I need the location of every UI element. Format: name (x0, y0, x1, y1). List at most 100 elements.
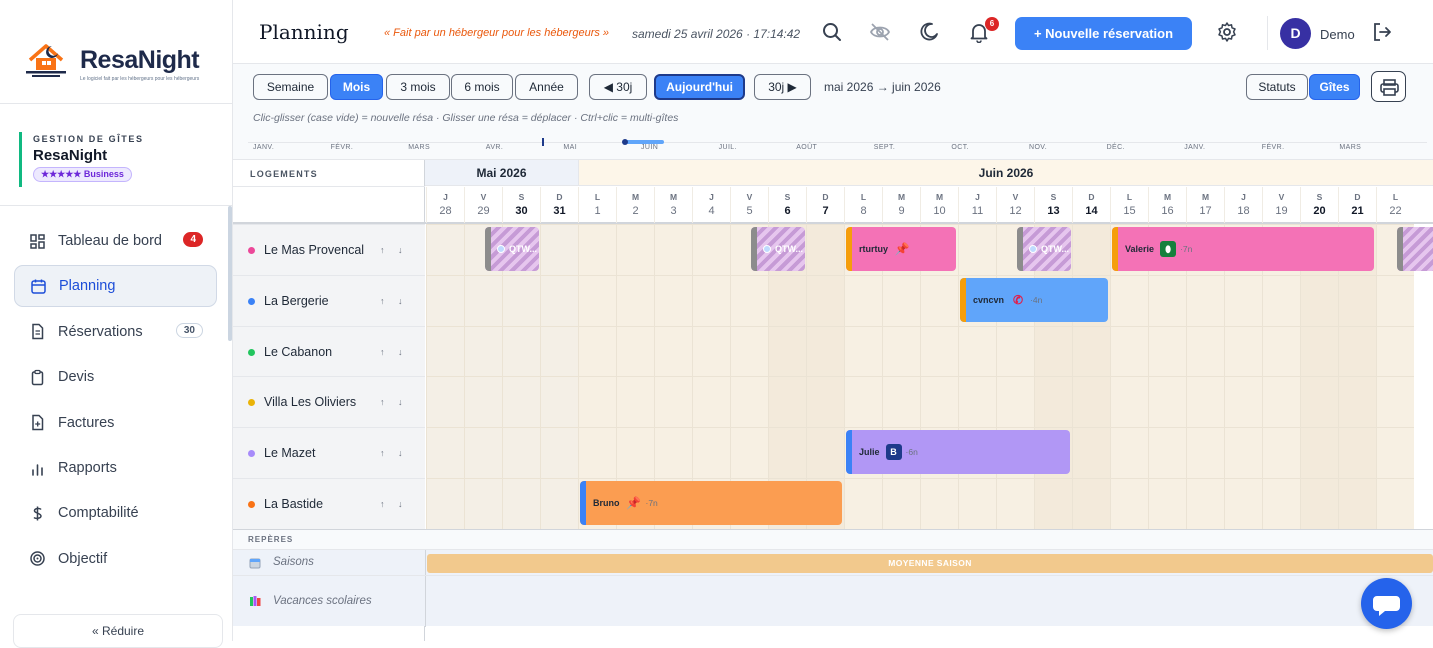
day-cell[interactable] (540, 478, 578, 529)
day-cell[interactable] (616, 376, 654, 428)
day-cell[interactable] (1300, 478, 1338, 529)
sidebar-item-rapports[interactable]: Rapports (14, 447, 217, 489)
booking-block[interactable] (1397, 227, 1433, 271)
day-cell[interactable] (426, 376, 464, 428)
day-cell[interactable] (464, 376, 502, 428)
day-cell[interactable] (882, 478, 920, 529)
day-cell[interactable] (1034, 376, 1072, 428)
move-up-icon[interactable]: ↑ (380, 296, 385, 306)
minimap-month[interactable]: JANV. (253, 144, 274, 151)
day-cell[interactable] (692, 376, 730, 428)
day-cell[interactable] (616, 427, 654, 479)
logout-icon[interactable] (1371, 21, 1393, 43)
booking-block[interactable]: Valerie ⬮ ·7n (1112, 227, 1374, 271)
day-cell[interactable] (616, 224, 654, 275)
minimap-month[interactable]: DÉC. (1107, 144, 1125, 151)
day-cell[interactable] (464, 325, 502, 377)
day-cell[interactable] (1376, 325, 1414, 377)
day-cell[interactable] (1262, 376, 1300, 428)
minimap-month[interactable]: AVR. (486, 144, 503, 151)
timeline-minimap[interactable]: JANV. FÉVR. MARS AVR. MAI JUIN JUIL. AOÛT SEPT. O… (233, 132, 1433, 160)
day-cell[interactable] (1262, 427, 1300, 479)
lodging-row-label[interactable]: La Bastide ↑ ↓ (233, 478, 425, 529)
day-cell[interactable] (768, 427, 806, 479)
day-cell[interactable] (1072, 427, 1110, 479)
sidebar-item-planning[interactable]: Planning (14, 265, 217, 308)
toggle-gites[interactable]: Gîtes (1309, 74, 1360, 100)
day-cell[interactable] (806, 224, 844, 275)
minimap-month[interactable]: JUIL. (719, 144, 737, 151)
booking-block[interactable]: Julie B ·6n (846, 430, 1070, 475)
sidebar-item-objectif[interactable]: Objectif (14, 538, 217, 580)
day-cell[interactable] (1186, 376, 1224, 428)
day-cell[interactable] (616, 274, 654, 326)
minimap-month[interactable]: SEPT. (874, 144, 895, 151)
day-cell[interactable] (958, 376, 996, 428)
day-cell[interactable] (1224, 427, 1262, 479)
day-cell[interactable] (844, 325, 882, 377)
user-name[interactable]: Demo (1320, 27, 1355, 42)
booking-block[interactable]: QTW... (485, 227, 539, 271)
day-cell[interactable] (1110, 376, 1148, 428)
minimap-month[interactable]: AOÛT (796, 144, 817, 151)
day-cell[interactable] (654, 376, 692, 428)
sidebar-item-devis[interactable]: Devis (14, 356, 217, 398)
day-cell[interactable] (540, 376, 578, 428)
lodging-row-label[interactable]: Le Mas Provencal ↑ ↓ (233, 224, 425, 275)
day-cell[interactable] (692, 427, 730, 479)
day-cell[interactable] (1338, 376, 1376, 428)
sidebar-item-comptabilite[interactable]: Comptabilité (14, 492, 217, 534)
gear-icon[interactable] (1216, 21, 1238, 43)
day-cell[interactable] (502, 478, 540, 529)
day-cell[interactable] (1376, 274, 1414, 326)
day-cell[interactable] (1262, 325, 1300, 377)
day-cell[interactable] (1262, 478, 1300, 529)
move-down-icon[interactable]: ↓ (398, 397, 403, 407)
move-down-icon[interactable]: ↓ (398, 499, 403, 509)
booking-block[interactable]: QTW... (1017, 227, 1071, 271)
lodging-row-label[interactable]: Villa Les Oliviers ↑ ↓ (233, 376, 425, 428)
sidebar-item-factures[interactable]: Factures (14, 402, 217, 444)
day-cell[interactable] (844, 376, 882, 428)
move-down-icon[interactable]: ↓ (398, 448, 403, 458)
day-cell[interactable] (958, 224, 996, 275)
sidebar-scrollbar[interactable] (228, 206, 232, 341)
day-cell[interactable] (1224, 325, 1262, 377)
day-cell[interactable] (540, 325, 578, 377)
day-cell[interactable] (654, 274, 692, 326)
day-cell[interactable] (692, 224, 730, 275)
day-cell[interactable] (920, 478, 958, 529)
day-cell[interactable] (464, 427, 502, 479)
day-cell[interactable] (958, 478, 996, 529)
day-cell[interactable] (1186, 478, 1224, 529)
day-cell[interactable] (1110, 478, 1148, 529)
day-cell[interactable] (1110, 274, 1148, 326)
day-cell[interactable] (1110, 427, 1148, 479)
lodging-row-label[interactable]: La Bergerie ↑ ↓ (233, 274, 425, 326)
day-cell[interactable] (1300, 274, 1338, 326)
day-cell[interactable] (844, 274, 882, 326)
day-cell[interactable] (806, 427, 844, 479)
day-cell[interactable] (882, 274, 920, 326)
print-button[interactable] (1371, 71, 1406, 102)
day-cell[interactable] (1376, 427, 1414, 479)
moon-icon[interactable] (918, 21, 940, 43)
day-cell[interactable] (464, 274, 502, 326)
day-cell[interactable] (1376, 376, 1414, 428)
day-cell[interactable] (502, 325, 540, 377)
day-cell[interactable] (768, 376, 806, 428)
day-cell[interactable] (1224, 376, 1262, 428)
view-3-mois-button[interactable]: 3 mois (386, 74, 450, 100)
minimap-month[interactable]: MAI (563, 144, 577, 151)
day-cell[interactable] (730, 274, 768, 326)
hide-eye-icon[interactable] (869, 21, 891, 43)
day-cell[interactable] (540, 427, 578, 479)
booking-block[interactable]: Bruno 📌 ·7n (580, 481, 842, 525)
day-cell[interactable] (692, 325, 730, 377)
day-cell[interactable] (1072, 376, 1110, 428)
day-cell[interactable] (540, 224, 578, 275)
day-cell[interactable] (806, 376, 844, 428)
minimap-month[interactable]: FÉVR. (1262, 144, 1285, 151)
chat-button[interactable] (1361, 578, 1412, 629)
day-cell[interactable] (1148, 427, 1186, 479)
